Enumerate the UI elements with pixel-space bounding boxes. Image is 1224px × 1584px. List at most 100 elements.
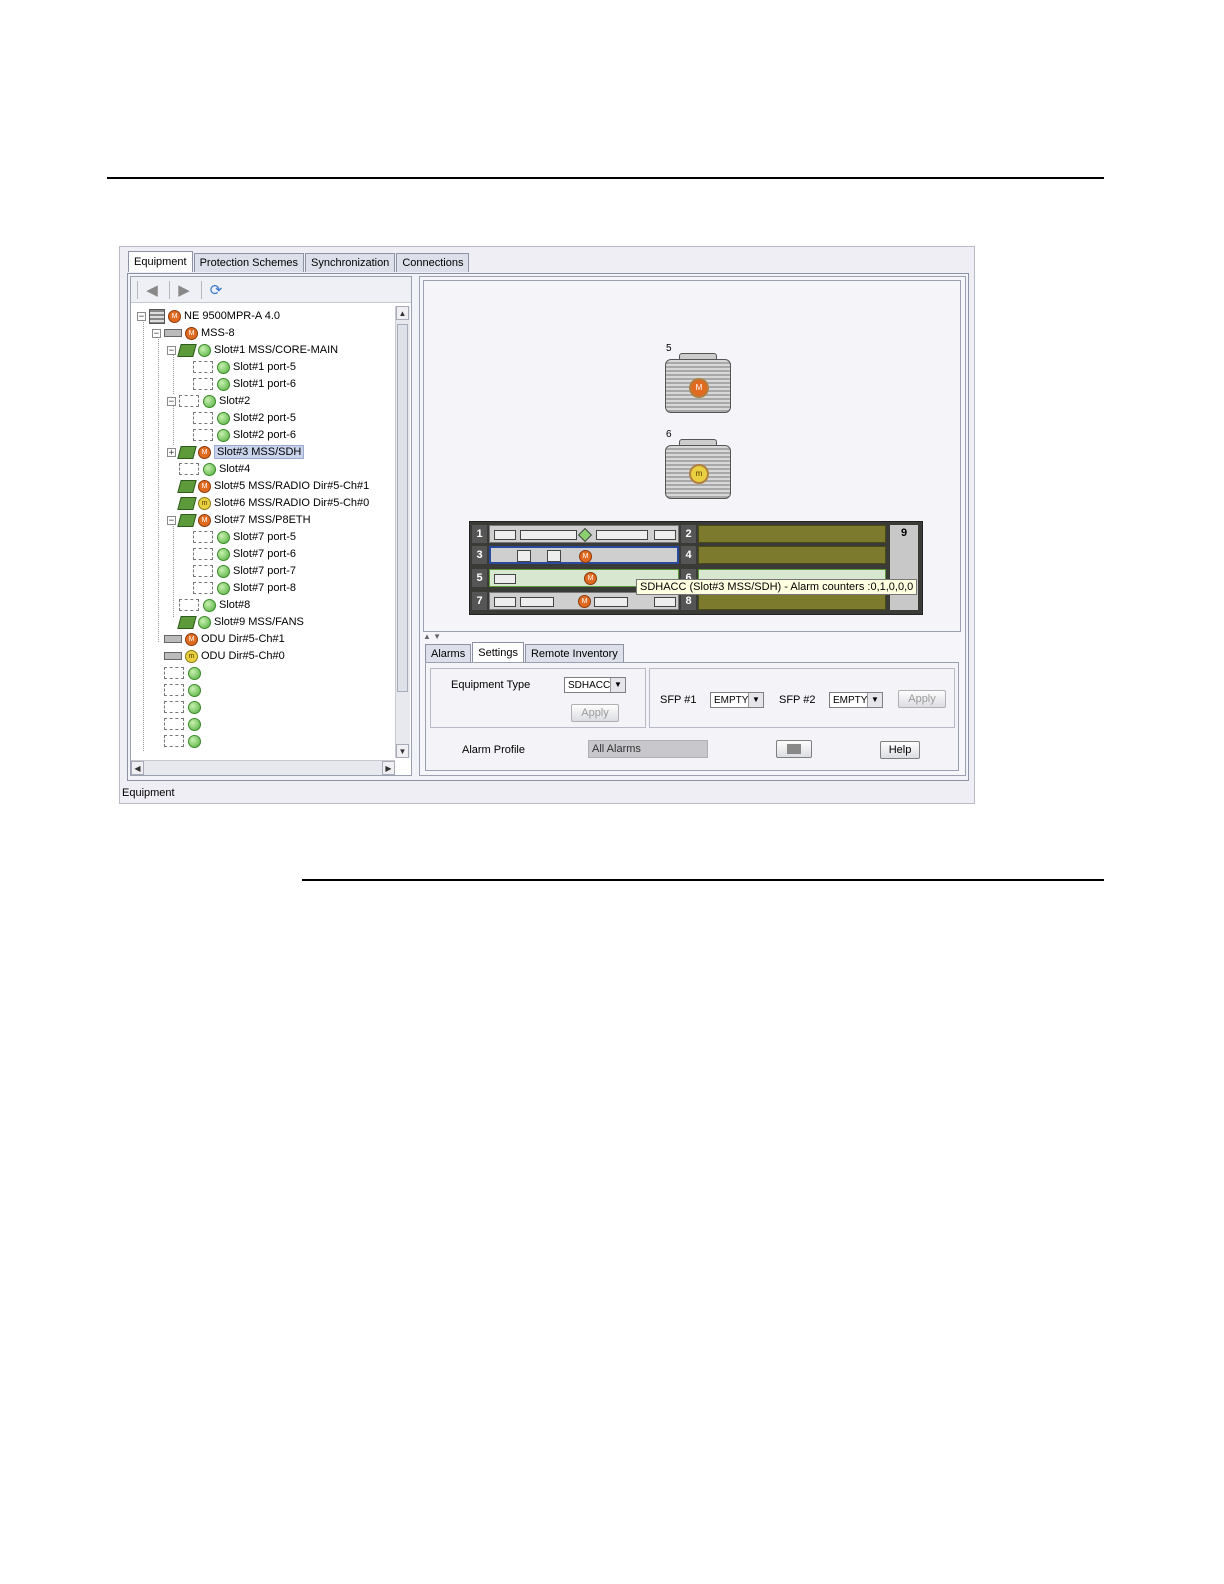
tree-toolbar: ◀ ▶ ⟳ xyxy=(131,277,411,303)
odu-unit-top[interactable]: M xyxy=(665,353,731,413)
splitter-bar[interactable]: ▲ ▼ xyxy=(423,633,961,641)
equipment-apply-button[interactable]: Apply xyxy=(571,704,619,722)
collapse-toggle[interactable]: − xyxy=(167,515,176,525)
tree-node-slot8[interactable]: Slot#8 xyxy=(179,597,250,613)
tree-node-label: Slot#1 MSS/CORE-MAIN xyxy=(214,344,339,356)
tree-node-label: Slot#5 MSS/RADIO Dir#5-Ch#1 xyxy=(214,480,370,492)
collapse-toggle[interactable]: − xyxy=(167,345,176,355)
tab-synchronization[interactable]: Synchronization xyxy=(305,253,396,272)
tree-node-label: ODU Dir#5-Ch#1 xyxy=(201,633,285,645)
tree-horizontal-scrollbar[interactable]: ◀ ▶ xyxy=(131,760,395,775)
tab-remote-inventory[interactable]: Remote Inventory xyxy=(524,644,624,663)
slot-card-4[interactable] xyxy=(698,546,886,564)
status-ok-icon xyxy=(217,428,230,442)
tree-node-label: Slot#2 xyxy=(219,395,251,407)
tree-node-slot5[interactable]: M Slot#5 MSS/RADIO Dir#5-Ch#1 xyxy=(177,478,370,494)
sfp-apply-button[interactable]: Apply xyxy=(898,690,946,708)
port-connector xyxy=(520,530,577,540)
tree-node-slot7-port7[interactable]: Slot#7 port-7 xyxy=(193,563,296,579)
alarm-profile-label: Alarm Profile xyxy=(462,744,525,756)
back-arrow-icon[interactable]: ◀ xyxy=(142,281,162,299)
tree-node-odu1[interactable]: M ODU Dir#5-Ch#1 xyxy=(164,631,285,647)
tree-node-empty[interactable] xyxy=(164,733,204,749)
toolbar-separator xyxy=(169,280,170,299)
tree-node-slot7-port6[interactable]: Slot#7 port-6 xyxy=(193,546,296,562)
major-alarm-icon: M xyxy=(198,479,211,493)
forward-arrow-icon[interactable]: ▶ xyxy=(174,281,194,299)
tree-node-label: Slot#8 xyxy=(219,599,251,611)
tree-node-slot1-port5[interactable]: Slot#1 port-5 xyxy=(193,359,296,375)
tree-node-slot2[interactable]: − Slot#2 xyxy=(167,393,250,409)
sfp2-select[interactable]: EMPTY ▼ xyxy=(829,692,883,708)
tree-node-slot1-port6[interactable]: Slot#1 port-6 xyxy=(193,376,296,392)
port-connector xyxy=(596,530,648,540)
equipment-type-select[interactable]: SDHACC ▼ xyxy=(564,677,626,693)
properties-tab-bar: Alarms Settings Remote Inventory xyxy=(425,642,625,663)
expand-toggle[interactable]: + xyxy=(167,447,176,457)
alarm-profile-edit-button[interactable] xyxy=(776,740,812,758)
work-area: ◀ ▶ ⟳ − M NE 9500MPR-A 4.0 − M MSS-8 − S… xyxy=(127,273,969,781)
scroll-right-icon[interactable]: ▶ xyxy=(382,761,395,775)
sfp1-select[interactable]: EMPTY ▼ xyxy=(710,692,764,708)
tree-node-empty[interactable] xyxy=(164,682,204,698)
bottom-rule xyxy=(302,879,1104,881)
tree-node-slot1[interactable]: − Slot#1 MSS/CORE-MAIN xyxy=(167,342,338,358)
tree-node-slot6[interactable]: m Slot#6 MSS/RADIO Dir#5-Ch#0 xyxy=(177,495,369,511)
tab-settings[interactable]: Settings xyxy=(472,642,524,663)
sfp2-label: SFP #2 xyxy=(779,694,816,706)
slot-card-1[interactable] xyxy=(489,525,679,543)
tree-node-slot7-port5[interactable]: Slot#7 port-5 xyxy=(193,529,296,545)
properties-area: Alarms Settings Remote Inventory Equipme… xyxy=(423,642,961,772)
tree-node-slot3[interactable]: + M Slot#3 MSS/SDH xyxy=(167,444,305,460)
tree-node-slot7[interactable]: − M Slot#7 MSS/P8ETH xyxy=(167,512,311,528)
tree-node-empty[interactable] xyxy=(164,665,204,681)
tree-node-label: Slot#2 port-5 xyxy=(233,412,296,424)
port-connector xyxy=(494,530,516,540)
scroll-down-icon[interactable]: ▼ xyxy=(396,744,409,758)
empty-slot-icon xyxy=(164,684,184,696)
help-button[interactable]: Help xyxy=(880,741,920,759)
top-rule xyxy=(107,177,1104,179)
sfp-cage-icon xyxy=(547,550,561,562)
odu-icon xyxy=(164,635,182,643)
slot-number: 5 xyxy=(472,569,487,587)
tree-node-mss[interactable]: − M MSS-8 xyxy=(152,325,235,341)
status-ok-icon xyxy=(198,343,211,357)
chevron-down-icon: ▼ xyxy=(610,678,625,692)
major-alarm-icon: M xyxy=(198,513,211,527)
slot-number: 7 xyxy=(472,592,487,610)
slot-card-9-fans[interactable]: 9 xyxy=(890,525,918,610)
port-icon xyxy=(193,565,213,577)
tree-node-slot7-port8[interactable]: Slot#7 port-8 xyxy=(193,580,296,596)
tree-node-slot2-port5[interactable]: Slot#2 port-5 xyxy=(193,410,296,426)
scroll-left-icon[interactable]: ◀ xyxy=(131,761,144,775)
port-connector xyxy=(494,574,516,584)
scroll-up-icon[interactable]: ▲ xyxy=(396,306,409,320)
tab-equipment[interactable]: Equipment xyxy=(128,251,193,272)
tree-node-empty[interactable] xyxy=(164,699,204,715)
equipment-view: 5 M 6 m 1 2 3 M 4 5 M 6 7 M 8 9 SDHACC (… xyxy=(423,280,961,632)
scroll-thumb[interactable] xyxy=(397,324,408,692)
tree-vertical-scrollbar[interactable]: ▲ ▼ xyxy=(395,306,410,758)
tab-connections[interactable]: Connections xyxy=(396,253,470,272)
tree-node-slot2-port6[interactable]: Slot#2 port-6 xyxy=(193,427,296,443)
refresh-icon[interactable]: ⟳ xyxy=(206,281,226,299)
equipment-window: Equipment Protection Schemes Synchroniza… xyxy=(119,246,975,804)
collapse-toggle[interactable]: − xyxy=(137,311,146,321)
slot-card-3-selected[interactable]: M xyxy=(489,546,679,564)
tree-node-slot9[interactable]: Slot#9 MSS/FANS xyxy=(177,614,304,630)
tree-node-slot4[interactable]: Slot#4 xyxy=(179,461,250,477)
collapse-toggle[interactable]: − xyxy=(152,328,161,338)
tree-node-label-selected: Slot#3 MSS/SDH xyxy=(214,445,305,459)
odu-unit-bottom[interactable]: m xyxy=(665,439,731,499)
tree-node-empty[interactable] xyxy=(164,716,204,732)
collapse-toggle[interactable]: − xyxy=(167,396,176,406)
tree-node-label: Slot#7 port-7 xyxy=(233,565,296,577)
slot-card-2[interactable] xyxy=(698,525,886,543)
minor-alarm-icon: m xyxy=(198,496,211,510)
tree-node-odu0[interactable]: m ODU Dir#5-Ch#0 xyxy=(164,648,285,664)
tab-alarms[interactable]: Alarms xyxy=(425,644,472,663)
tree-guide-line xyxy=(173,522,174,617)
tab-protection-schemes[interactable]: Protection Schemes xyxy=(193,253,305,272)
tree-node-root[interactable]: − M NE 9500MPR-A 4.0 xyxy=(137,308,280,324)
